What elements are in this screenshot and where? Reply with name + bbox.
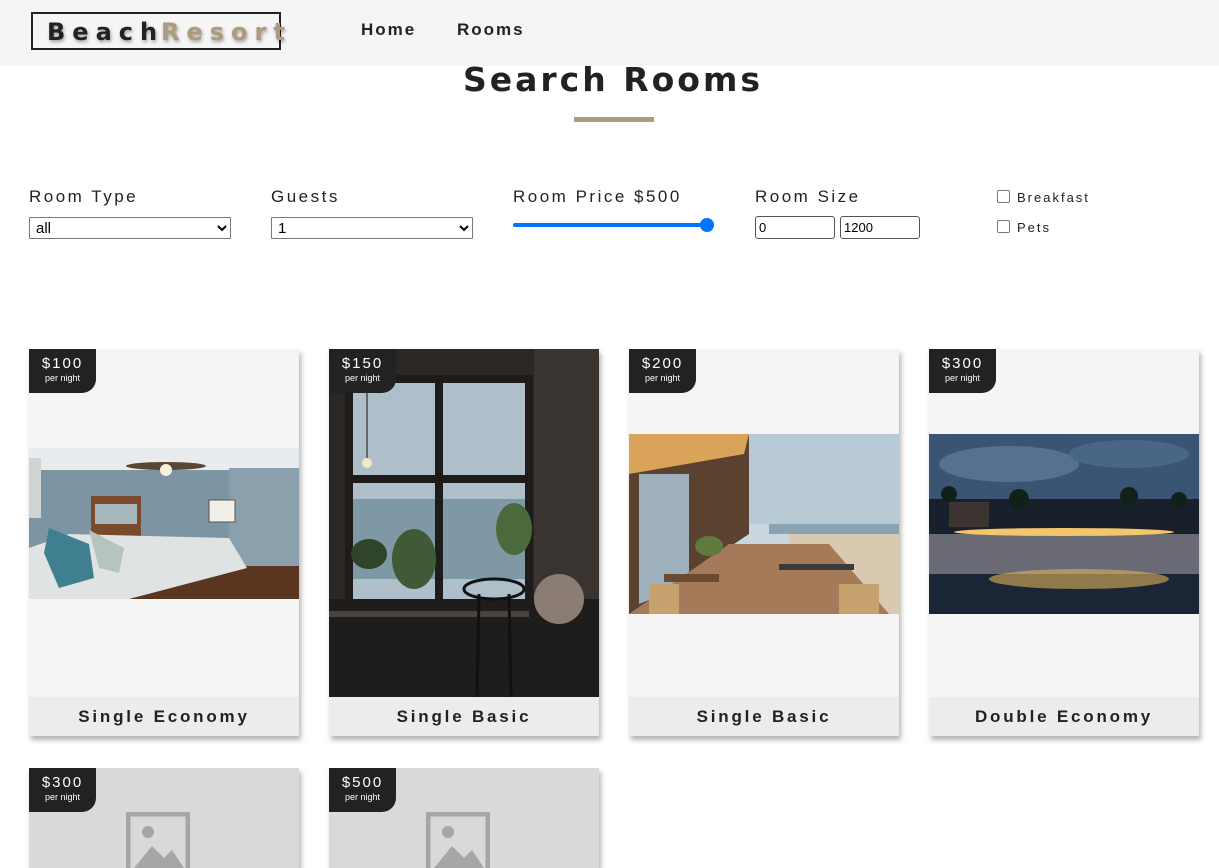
per-night-label: per night	[344, 792, 381, 802]
price-amount: $300	[941, 355, 984, 372]
bedroom-photo[interactable]	[29, 448, 299, 599]
room-card[interactable]: $300 per night	[29, 768, 299, 868]
room-card[interactable]: $150 per night Single Basic	[329, 349, 599, 736]
window-cafe-photo[interactable]	[329, 349, 599, 697]
room-name: Single Economy	[29, 697, 299, 736]
price-amount: $200	[641, 355, 684, 372]
guests-select[interactable]: 1	[271, 217, 473, 239]
price-amount: $100	[41, 355, 84, 372]
per-night-label: per night	[944, 373, 981, 383]
slider-thumb[interactable]	[700, 218, 714, 232]
pets-checkbox[interactable]	[997, 220, 1010, 233]
title-underline	[574, 117, 654, 122]
price-amount: $300	[41, 774, 84, 791]
room-name: Single Basic	[329, 697, 599, 736]
room-type-label: Room Type	[29, 187, 139, 206]
navbar: Beach Resort Home Rooms	[0, 0, 1219, 66]
per-night-label: per night	[344, 373, 381, 383]
logo-text-resort: Resort	[161, 18, 292, 46]
max-size-input[interactable]	[840, 216, 920, 239]
room-price-label: Room Price $500	[513, 187, 682, 206]
min-size-input[interactable]	[755, 216, 835, 239]
pets-label: Pets	[1017, 220, 1052, 235]
room-card[interactable]: $200 per night Single Basic	[629, 349, 899, 736]
room-card[interactable]: $300 per night Double Economy	[929, 349, 1199, 736]
per-night-label: per night	[44, 373, 81, 383]
room-card[interactable]: $100 per night Single Economy	[29, 349, 299, 736]
guests-label: Guests	[271, 187, 340, 206]
breakfast-checkbox[interactable]	[997, 190, 1010, 203]
price-amount: $500	[341, 774, 384, 791]
price-amount: $150	[341, 355, 384, 372]
nav-link-home[interactable]: Home	[361, 20, 416, 40]
room-type-select[interactable]: all	[29, 217, 231, 239]
placeholder-image-icon	[426, 812, 490, 868]
nav-link-rooms[interactable]: Rooms	[457, 20, 525, 40]
price-badge: $300 per night	[929, 349, 996, 393]
logo-text-beach: Beach	[47, 18, 165, 46]
per-night-label: per night	[44, 792, 81, 802]
price-badge: $150 per night	[329, 349, 396, 393]
room-card[interactable]: $500 per night	[329, 768, 599, 868]
page-title: Search Rooms	[462, 60, 764, 99]
logo[interactable]: Beach Resort	[31, 12, 285, 50]
room-name: Double Economy	[929, 697, 1199, 736]
beach-terrace-photo[interactable]	[629, 434, 899, 614]
night-beach-photo[interactable]	[929, 434, 1199, 614]
breakfast-label: Breakfast	[1017, 190, 1090, 205]
room-name: Single Basic	[629, 697, 899, 736]
price-badge: $100 per night	[29, 349, 96, 393]
price-badge: $300 per night	[29, 768, 96, 812]
price-badge: $500 per night	[329, 768, 396, 812]
room-price-slider[interactable]	[513, 215, 715, 235]
slider-track[interactable]	[513, 223, 709, 227]
room-size-label: Room Size	[755, 187, 861, 206]
per-night-label: per night	[644, 373, 681, 383]
price-badge: $200 per night	[629, 349, 696, 393]
placeholder-image-icon	[126, 812, 190, 868]
